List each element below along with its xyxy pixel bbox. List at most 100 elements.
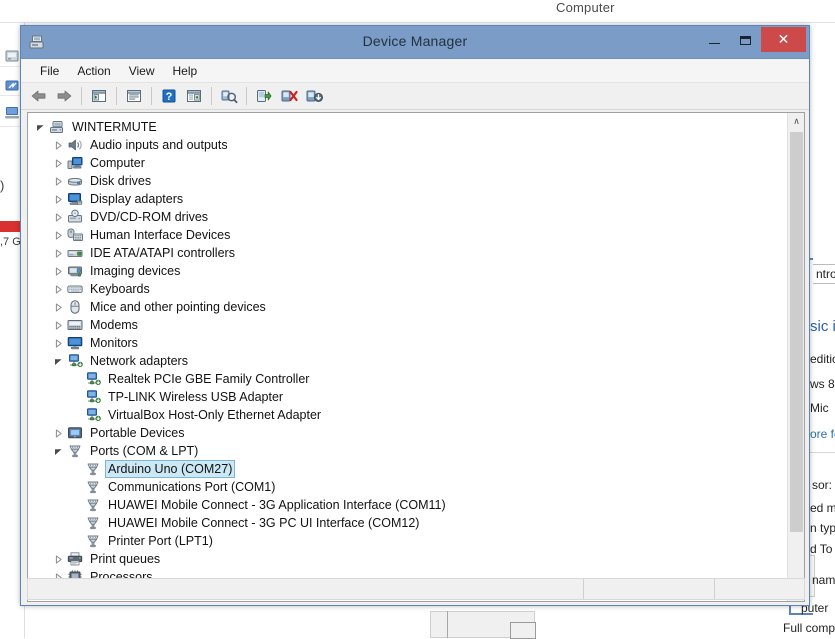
- expand-arrow-closed-icon[interactable]: [53, 554, 64, 565]
- tree-node-label: VirtualBox Host-Only Ethernet Adapter: [108, 408, 322, 422]
- tree-node[interactable]: TP-LINK Wireless USB Adapter: [28, 388, 787, 406]
- tree-node[interactable]: Printer Port (LPT1): [28, 532, 787, 550]
- close-button[interactable]: ✕: [761, 27, 806, 52]
- tree-node-label: Monitors: [90, 336, 138, 350]
- menu-item-action[interactable]: Action: [68, 61, 119, 81]
- expand-arrow-closed-icon[interactable]: [53, 194, 64, 205]
- tree-node[interactable]: Network adapters: [28, 352, 787, 370]
- back-button[interactable]: [27, 85, 51, 107]
- tree-node[interactable]: Audio inputs and outputs: [28, 136, 787, 154]
- tree-node-label: Print queues: [90, 552, 161, 566]
- display-adapter-icon: [67, 191, 83, 207]
- tree-node[interactable]: Human Interface Devices: [28, 226, 787, 244]
- expand-arrow-closed-icon[interactable]: [53, 248, 64, 259]
- expand-arrow-closed-icon[interactable]: [53, 266, 64, 277]
- network-adapter-icon: [85, 389, 101, 405]
- tree-node[interactable]: Modems: [28, 316, 787, 334]
- status-bar: [27, 578, 805, 600]
- tree-node[interactable]: Imaging devices: [28, 262, 787, 280]
- uninstall-device-button[interactable]: [302, 85, 326, 107]
- expand-arrow-open-icon[interactable]: [53, 446, 64, 457]
- update-driver-button[interactable]: [252, 85, 276, 107]
- tree-node[interactable]: Display adapters: [28, 190, 787, 208]
- tree-node[interactable]: Mice and other pointing devices: [28, 298, 787, 316]
- background-drive-icon-2: [4, 77, 20, 93]
- expand-arrow-none: [71, 392, 82, 403]
- tree-node[interactable]: Disk drives: [28, 172, 787, 190]
- menu-item-help[interactable]: Help: [164, 61, 207, 81]
- expand-arrow-closed-icon[interactable]: [53, 212, 64, 223]
- expand-arrow-closed-icon[interactable]: [53, 428, 64, 439]
- tree-node-selected[interactable]: Arduino Uno (COM27): [28, 460, 787, 478]
- expand-arrow-closed-icon[interactable]: [53, 158, 64, 169]
- view-devices-button[interactable]: [182, 85, 206, 107]
- tree-node[interactable]: WINTERMUTE: [28, 118, 787, 136]
- tree-node-label: Imaging devices: [90, 264, 181, 278]
- tree-node[interactable]: Keyboards: [28, 280, 787, 298]
- menu-item-file[interactable]: File: [31, 61, 68, 81]
- forward-button[interactable]: [52, 85, 76, 107]
- expand-arrow-open-icon[interactable]: [35, 122, 46, 133]
- expand-arrow-open-icon[interactable]: [53, 356, 64, 367]
- dvd-drive-icon: [67, 209, 83, 225]
- disk-drive-icon: [67, 173, 83, 189]
- background-link-more-features[interactable]: ore fe: [810, 427, 835, 441]
- tree-node[interactable]: Print queues: [28, 550, 787, 568]
- window-title-bar[interactable]: Device Manager ✕: [21, 26, 809, 59]
- scan-for-hardware-changes-button[interactable]: [217, 85, 241, 107]
- disable-device-button[interactable]: [277, 85, 301, 107]
- ide-controller-icon: [67, 245, 83, 261]
- network-adapter-icon: [67, 353, 83, 369]
- expand-arrow-closed-icon[interactable]: [53, 230, 64, 241]
- toolbar: ?: [21, 83, 809, 110]
- speaker-icon: [67, 137, 83, 153]
- tree-node[interactable]: Communications Port (COM1): [28, 478, 787, 496]
- background-text-pen-touch: d To: [810, 542, 833, 556]
- tree-node[interactable]: Computer: [28, 154, 787, 172]
- tree-vertical-scrollbar[interactable]: ∧ ∨: [787, 113, 804, 601]
- expand-arrow-none: [71, 536, 82, 547]
- expand-arrow-closed-icon[interactable]: [53, 176, 64, 187]
- scrollbar-thumb[interactable]: [790, 132, 803, 532]
- tree-node-label: Arduino Uno (COM27): [105, 460, 236, 478]
- expand-arrow-closed-icon[interactable]: [53, 320, 64, 331]
- tree-node-label: DVD/CD-ROM drives: [90, 210, 209, 224]
- expand-arrow-closed-icon[interactable]: [53, 302, 64, 313]
- portable-device-icon: [67, 425, 83, 441]
- background-text-full-computer: Full compu: [783, 621, 835, 635]
- tree-node-label: Human Interface Devices: [90, 228, 231, 242]
- tree-node[interactable]: Portable Devices: [28, 424, 787, 442]
- tree-node[interactable]: VirtualBox Host-Only Ethernet Adapter: [28, 406, 787, 424]
- tree-node[interactable]: HUAWEI Mobile Connect - 3G PC UI Interfa…: [28, 514, 787, 532]
- background-text-basic-info: sic i: [810, 318, 835, 335]
- tree-node-label: Ports (COM & LPT): [90, 444, 199, 458]
- tree-node-label: Realtek PCIe GBE Family Controller: [108, 372, 310, 386]
- tree-node-label: Network adapters: [90, 354, 188, 368]
- expand-arrow-closed-icon[interactable]: [53, 140, 64, 151]
- tree-node[interactable]: Realtek PCIe GBE Family Controller: [28, 370, 787, 388]
- expand-arrow-none: [71, 374, 82, 385]
- minimize-button[interactable]: [699, 27, 730, 53]
- background-bottom-inner-box: [510, 622, 536, 639]
- port-icon: [85, 533, 101, 549]
- show-hide-console-tree-button[interactable]: [87, 85, 111, 107]
- help-button[interactable]: ?: [157, 85, 181, 107]
- port-icon: [67, 443, 83, 459]
- maximize-button[interactable]: [730, 27, 761, 53]
- tree-node[interactable]: DVD/CD-ROM drives: [28, 208, 787, 226]
- expand-arrow-none: [71, 464, 82, 475]
- monitor-screen-icon: [67, 335, 83, 351]
- scroll-up-button[interactable]: ∧: [788, 113, 804, 130]
- menu-item-view[interactable]: View: [120, 61, 164, 81]
- expand-arrow-closed-icon[interactable]: [53, 338, 64, 349]
- device-tree[interactable]: WINTERMUTE Audio inputs and outputs Comput…: [28, 113, 787, 601]
- tree-node-label: Portable Devices: [90, 426, 185, 440]
- background-text-windows8: ws 8: [810, 377, 835, 391]
- expand-arrow-closed-icon[interactable]: [53, 284, 64, 295]
- tree-node[interactable]: IDE ATA/ATAPI controllers: [28, 244, 787, 262]
- port-icon: [85, 461, 101, 477]
- tree-node[interactable]: Monitors: [28, 334, 787, 352]
- tree-node[interactable]: Ports (COM & LPT): [28, 442, 787, 460]
- tree-node[interactable]: HUAWEI Mobile Connect - 3G Application I…: [28, 496, 787, 514]
- properties-button[interactable]: [122, 85, 146, 107]
